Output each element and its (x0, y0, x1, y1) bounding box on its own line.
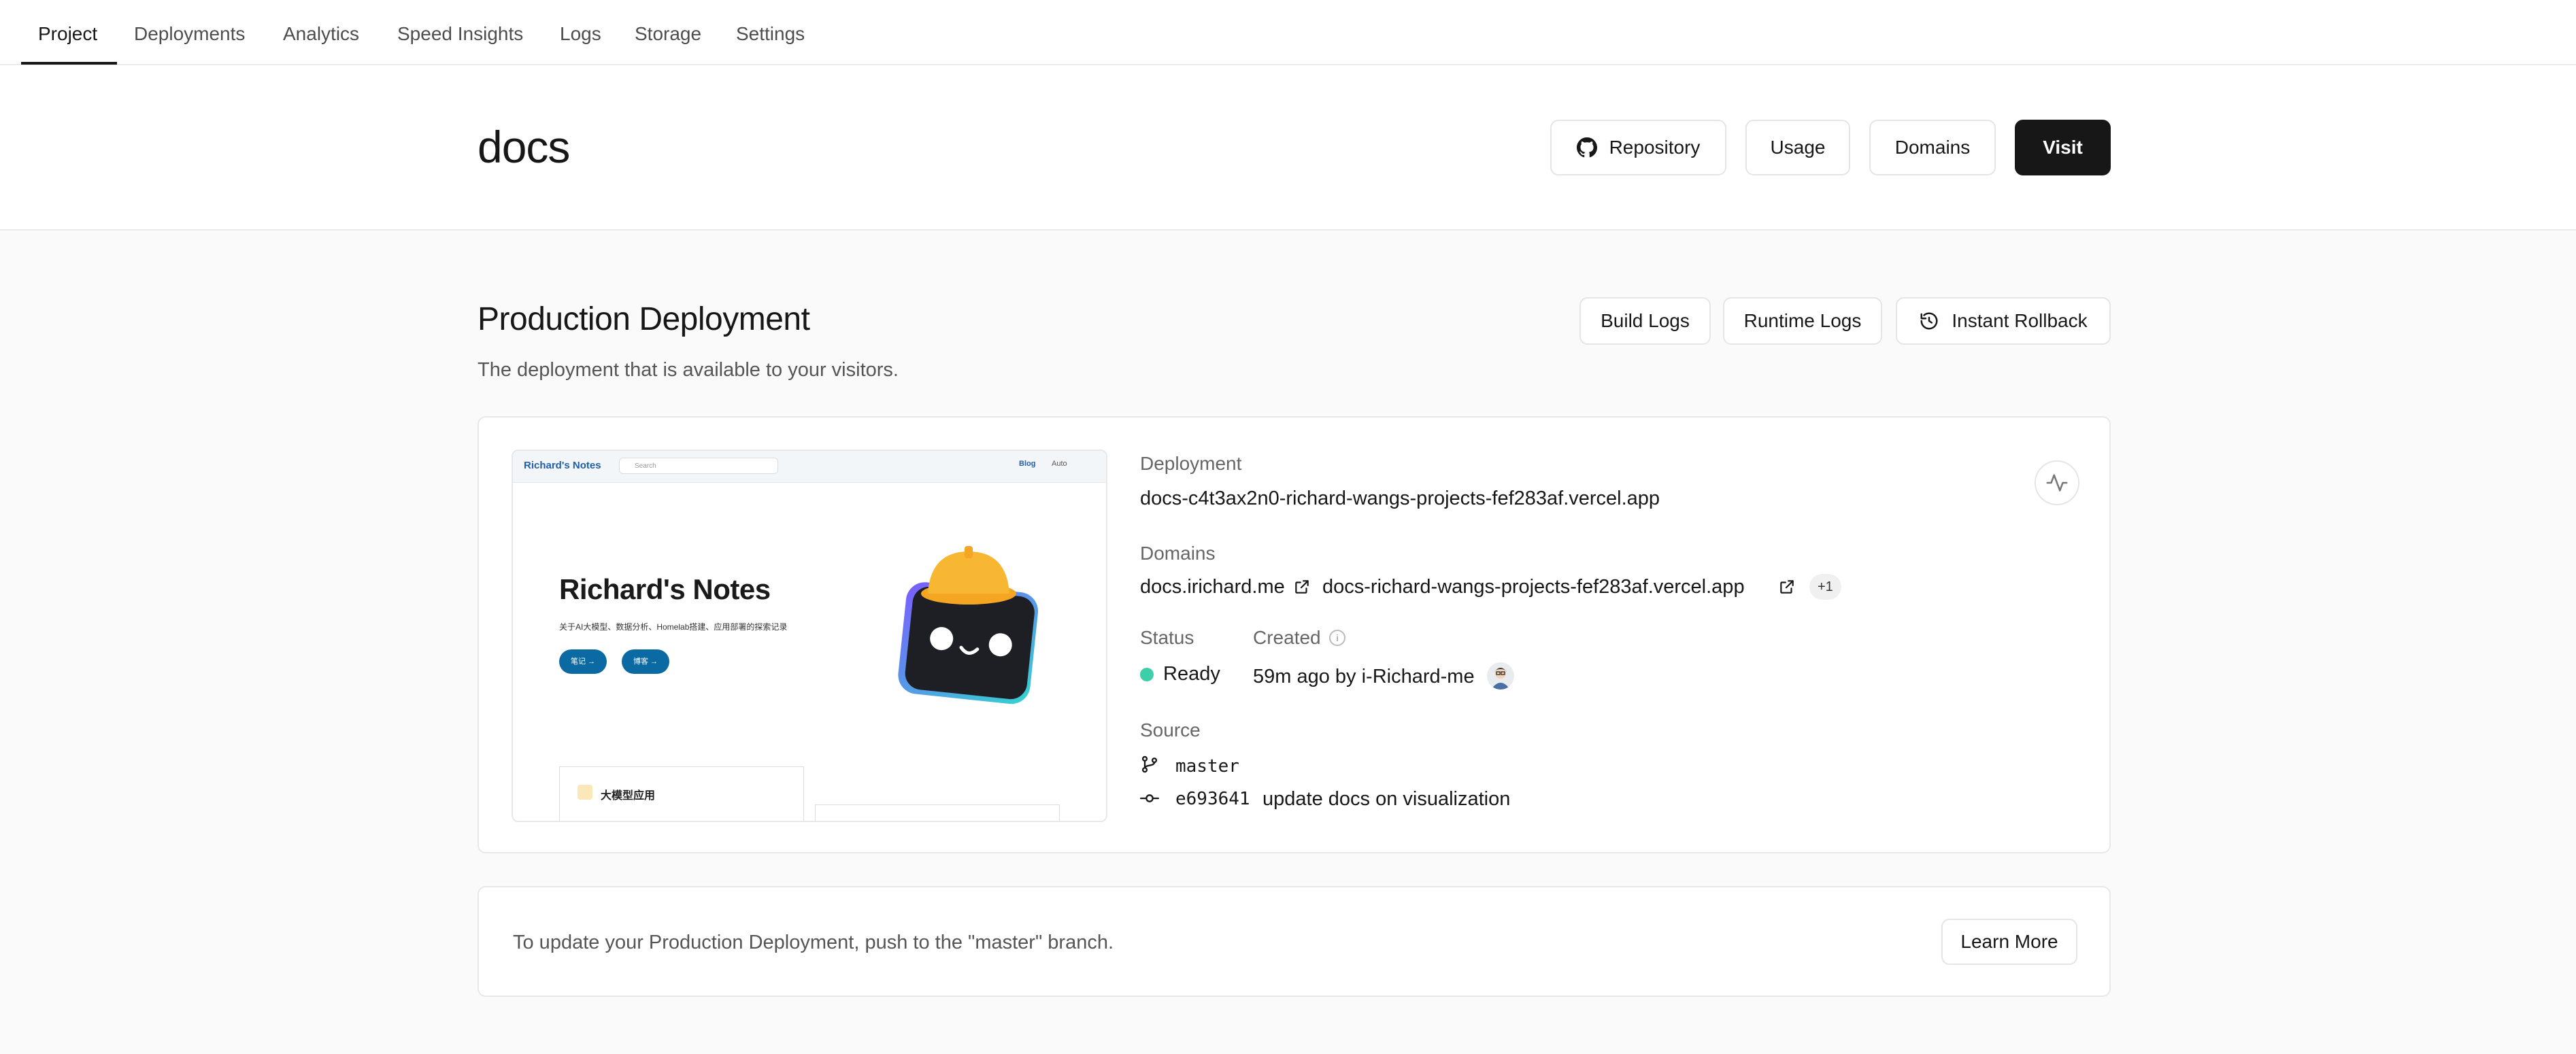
status-label: Status (1140, 627, 1194, 648)
activity-icon (2046, 474, 2068, 492)
preview-site-header: Richard's Notes Search Blog Auto (513, 451, 1106, 483)
production-deployment-title: Production Deployment (478, 301, 810, 337)
tab-logs[interactable]: Logs (560, 0, 601, 65)
update-info-text: To update your Production Deployment, pu… (513, 932, 1114, 953)
more-domains-badge[interactable]: +1 (1809, 574, 1841, 600)
preview-blog-button: 博客 → (622, 649, 669, 674)
preview-description: 关于AI大模型、数据分析、Homelab搭建、应用部署的探索记录 (559, 622, 788, 632)
build-logs-button[interactable]: Build Logs (1579, 297, 1711, 345)
repository-button[interactable]: Repository (1550, 120, 1726, 175)
learn-more-button[interactable]: Learn More (1941, 919, 2077, 965)
git-branch-icon (1141, 755, 1158, 773)
tab-project[interactable]: Project (38, 0, 97, 65)
project-title: docs (478, 122, 570, 172)
tab-storage[interactable]: Storage (635, 0, 701, 65)
preview-section-box: 大模型应用 (559, 766, 804, 821)
external-link-icon[interactable] (1293, 578, 1311, 596)
usage-button[interactable]: Usage (1745, 120, 1850, 175)
info-icon[interactable]: i (1329, 630, 1345, 646)
domains-button[interactable]: Domains (1869, 120, 1996, 175)
tab-settings[interactable]: Settings (736, 0, 805, 65)
avatar[interactable] (1487, 662, 1514, 690)
commit-hash[interactable]: e693641 (1175, 786, 1250, 812)
deployment-preview[interactable]: Richard's Notes Search Blog Auto Richard… (512, 449, 1107, 822)
domain-secondary-link[interactable]: docs-richard-wangs-projects-fef283af.ver… (1322, 574, 1745, 600)
active-tab-indicator (21, 62, 117, 65)
github-icon (1576, 137, 1597, 158)
preview-theme-toggle: Auto (1052, 460, 1067, 468)
instant-rollback-button[interactable]: Instant Rollback (1896, 297, 2111, 345)
preview-section-label: 大模型应用 (601, 790, 656, 802)
status-value: Ready (1163, 663, 1220, 685)
preview-heading: Richard's Notes (559, 573, 771, 605)
rollback-icon (1920, 312, 1938, 330)
domain-primary-link[interactable]: docs.irichard.me (1140, 574, 1285, 600)
mascot-illustration (898, 546, 1039, 704)
git-commit-icon (1140, 794, 1159, 802)
deployment-url[interactable]: docs-c4t3ax2n0-richard-wangs-projects-fe… (1140, 486, 1660, 511)
project-header: docs Repository Usage Domains Visit (0, 65, 2576, 231)
deployment-card: Richard's Notes Search Blog Auto Richard… (478, 416, 2111, 853)
tab-deployments[interactable]: Deployments (134, 0, 245, 65)
preview-section-box-2 (815, 804, 1060, 821)
tab-analytics[interactable]: Analytics (283, 0, 359, 65)
tab-speed-insights[interactable]: Speed Insights (397, 0, 523, 65)
preview-site-logo: Richard's Notes (524, 460, 601, 471)
external-link-icon[interactable] (1778, 578, 1796, 596)
production-deployment-subtitle: The deployment that is available to your… (478, 359, 899, 381)
branch-name[interactable]: master (1175, 753, 1239, 779)
repository-label: Repository (1609, 137, 1701, 158)
commit-message[interactable]: update docs on visualization (1262, 786, 1510, 812)
preview-blog-link: Blog (1019, 460, 1036, 468)
created-value: 59m ago by i-Richard-me (1253, 666, 1475, 687)
activity-button[interactable] (2035, 460, 2079, 505)
deployment-label: Deployment (1140, 453, 1242, 474)
top-nav: Project Deployments Analytics Speed Insi… (0, 0, 2576, 65)
domains-label: Domains (1140, 543, 1216, 564)
preview-search-box: Search (619, 458, 778, 474)
created-label: Created (1253, 627, 1321, 648)
preview-notes-button: 笔记 → (559, 649, 607, 674)
visit-button[interactable]: Visit (2015, 120, 2111, 175)
status-ready-dot (1140, 668, 1154, 681)
rollback-label: Instant Rollback (1952, 310, 2088, 331)
runtime-logs-button[interactable]: Runtime Logs (1723, 297, 1882, 345)
source-label: Source (1140, 719, 1201, 741)
update-info-card: To update your Production Deployment, pu… (478, 886, 2111, 997)
